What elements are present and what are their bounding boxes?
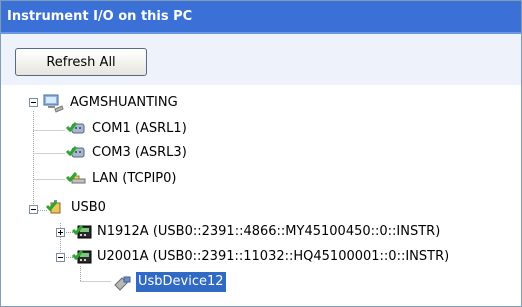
- collapse-toggle[interactable]: [56, 253, 65, 262]
- lan-icon: [65, 169, 87, 189]
- instrument-tree[interactable]: AGMSHUANTING COM1 (ASRL1) COM3 (ASRL3) L…: [1, 85, 521, 306]
- tree-node-usbdevice12[interactable]: UsbDevice12: [111, 272, 271, 292]
- panel-title: Instrument I/O on this PC: [7, 9, 193, 24]
- collapse-toggle[interactable]: [29, 205, 38, 214]
- tree-node-lan[interactable]: LAN (TCPIP0): [65, 169, 195, 189]
- tree-node-com1[interactable]: COM1 (ASRL1): [65, 119, 195, 139]
- tree-node-u2001a[interactable]: U2001A (USB0::2391::11032::HQ45100001::0…: [55, 247, 515, 267]
- tree-node-n1912a[interactable]: N1912A (USB0::2391::4866::MY45100450::0:…: [55, 222, 495, 242]
- tree-node-usb0[interactable]: USB0: [28, 198, 148, 218]
- com3-label: COM3 (ASRL3): [92, 145, 187, 160]
- refresh-all-button[interactable]: Refresh All: [15, 48, 147, 76]
- tree-node-computer[interactable]: AGMSHUANTING: [25, 93, 178, 113]
- expand-toggle[interactable]: [56, 228, 65, 237]
- usb-interface-icon: [45, 198, 67, 218]
- usbdevice12-label[interactable]: UsbDevice12: [136, 272, 226, 292]
- usb-device-icon: [111, 272, 133, 292]
- n1912a-label: N1912A (USB0::2391::4866::MY45100450::0:…: [97, 224, 441, 239]
- instrument-io-panel: Instrument I/O on this PC Refresh All AG…: [0, 0, 522, 307]
- panel-header: Instrument I/O on this PC: [1, 1, 521, 32]
- serial-port-icon: [65, 143, 87, 163]
- computer-name: AGMSHUANTING: [70, 95, 178, 110]
- collapse-toggle[interactable]: [29, 98, 38, 107]
- lan-label: LAN (TCPIP0): [92, 171, 177, 186]
- usb0-label: USB0: [71, 200, 106, 215]
- u2001a-label: U2001A (USB0::2391::11032::HQ45100001::0…: [97, 249, 450, 264]
- serial-port-icon: [65, 119, 87, 139]
- tree-node-com3[interactable]: COM3 (ASRL3): [65, 143, 195, 163]
- computer-icon: [42, 93, 64, 113]
- instrument-icon: [71, 222, 93, 242]
- instrument-icon: [71, 247, 93, 267]
- com1-label: COM1 (ASRL1): [92, 121, 187, 136]
